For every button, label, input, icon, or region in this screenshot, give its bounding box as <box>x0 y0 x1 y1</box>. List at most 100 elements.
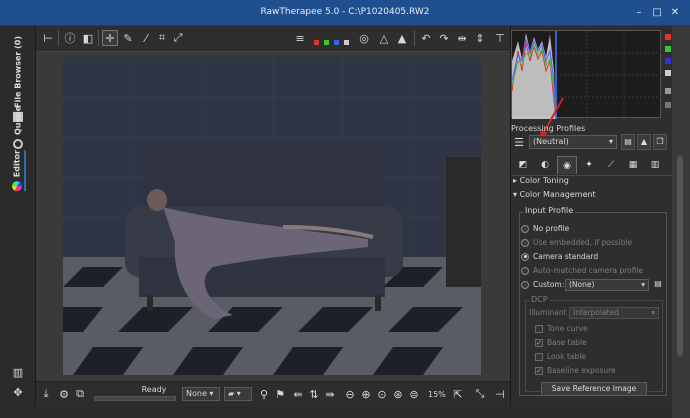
illuminant-combo[interactable]: Interpolated ▾ <box>569 307 659 319</box>
radio-no-profile[interactable]: No profile <box>521 224 569 233</box>
pin-icon[interactable]: ⚲ <box>256 386 272 402</box>
copy-profile-button[interactable]: ❐ <box>653 134 667 150</box>
radio-auto-matched-dot <box>521 266 529 275</box>
zoom-fit-crop-icon[interactable]: ⊜ <box>406 386 422 402</box>
scrollbar-thumb[interactable] <box>677 156 683 356</box>
radio-custom-dot <box>521 280 529 289</box>
focus-mask-icon[interactable]: ◎ <box>356 30 372 46</box>
check-base-table[interactable]: ✓ Base table <box>535 338 587 347</box>
radio-custom[interactable]: Custom: <box>521 280 564 289</box>
straighten-icon[interactable]: ⤢ <box>170 30 186 46</box>
save-reference-image-button[interactable]: Save Reference Image <box>541 382 647 396</box>
background-color-combo[interactable]: ▰ ▾ <box>224 387 252 401</box>
load-profile-button[interactable]: ▤ <box>621 134 635 150</box>
radio-use-embedded[interactable]: Use embedded, if possible <box>521 238 632 247</box>
open-file-icon[interactable]: ▤ <box>651 276 665 290</box>
right-scrollbar[interactable] <box>672 26 690 418</box>
flip-horizontal-icon[interactable]: ⇹ <box>454 30 470 46</box>
tab-metadata-icon[interactable]: ▥ <box>645 156 665 174</box>
crop-icon[interactable]: ⌗ <box>154 30 170 46</box>
maximize-button[interactable]: □ <box>650 6 664 20</box>
histo-green-button[interactable] <box>665 46 671 52</box>
check-look-table-label: Look table <box>547 352 586 361</box>
zoom-100-icon[interactable]: ⊙ <box>374 386 390 402</box>
info-icon[interactable]: ⓘ <box>62 30 78 46</box>
rotate-right-icon[interactable]: ↷ <box>436 30 452 46</box>
sync-icon[interactable]: ⇅ <box>306 386 322 402</box>
check-baseline-exposure-label: Baseline exposure <box>547 366 616 375</box>
send-to-editor-icon[interactable]: ⧉ <box>72 386 88 402</box>
zoom-fit-icon[interactable]: ⊛ <box>390 386 406 402</box>
tab-transform-icon[interactable]: ⟋ <box>601 156 621 174</box>
hide-top-panel-icon[interactable]: ⊤ <box>492 30 508 46</box>
color-toning-header[interactable]: ▸ Color Toning <box>513 176 569 185</box>
color-picker-icon[interactable]: ✎ <box>120 30 136 46</box>
queue-image-icon[interactable]: ⚙ <box>56 386 72 402</box>
next-image-icon[interactable]: ⇛ <box>322 386 338 402</box>
luminance-icon[interactable] <box>344 40 349 45</box>
illuminant-value: Interpolated <box>573 308 619 317</box>
tab-queue[interactable]: Queue <box>10 106 26 150</box>
radio-auto-matched[interactable]: Auto-matched camera profile <box>521 266 643 275</box>
navigator-icon[interactable]: ✥ <box>10 384 26 400</box>
radio-use-embedded-dot <box>521 238 529 247</box>
image-preview[interactable] <box>36 50 510 381</box>
zoom-in-icon[interactable]: ⊕ <box>358 386 374 402</box>
minimize-button[interactable]: – <box>632 6 646 20</box>
check-tone-curve[interactable]: Tone curve <box>535 324 588 333</box>
check-look-table[interactable]: Look table <box>535 352 586 361</box>
histo-bar-button[interactable] <box>665 102 671 108</box>
histogram[interactable] <box>511 30 673 120</box>
hide-right-panel-icon[interactable]: ⊣ <box>492 386 508 402</box>
tab-file-browser-label: File Browser (0) <box>13 36 23 108</box>
profile-list-icon[interactable]: ☰ <box>511 134 527 150</box>
processing-profile-combo[interactable]: (Neutral) ▾ <box>529 135 617 149</box>
before-after-icon[interactable]: ◧ <box>80 30 96 46</box>
tab-advanced-icon[interactable]: ✦ <box>579 156 599 174</box>
white-balance-icon[interactable]: ⁄ <box>138 30 154 46</box>
rotate-left-icon[interactable]: ↶ <box>418 30 434 46</box>
color-management-header[interactable]: ▾ Color Management <box>513 190 596 199</box>
zoom-level: 15% <box>428 390 446 399</box>
window-bottom-edge <box>0 407 672 418</box>
zoom-out-icon[interactable]: ⊖ <box>342 386 358 402</box>
tab-detail-icon[interactable]: ◐ <box>535 156 555 174</box>
histo-red-button[interactable] <box>665 34 671 40</box>
histo-blue-button[interactable] <box>665 58 671 64</box>
green-channel-icon[interactable] <box>324 40 329 45</box>
flip-vertical-icon[interactable]: ⇕ <box>472 30 488 46</box>
photo <box>63 57 481 375</box>
tab-color-icon[interactable]: ◉ <box>557 156 577 174</box>
filmstrip-icon[interactable]: ▥ <box>10 364 26 380</box>
custom-profile-combo[interactable]: (None) ▾ <box>565 279 649 291</box>
close-button[interactable]: ✕ <box>668 6 682 20</box>
histo-luma-button[interactable] <box>665 70 671 76</box>
preview-bw-icon[interactable]: ≡ <box>292 30 308 46</box>
status-label: Ready <box>141 385 167 394</box>
new-detail-window-icon[interactable]: ⇱ <box>450 386 466 402</box>
radio-no-profile-dot <box>521 224 529 233</box>
hand-tool-icon[interactable]: ✛ <box>102 30 118 46</box>
check-tone-curve-box <box>535 324 543 333</box>
tool-panel: ▸ Color Toning ▾ Color Management Input … <box>511 176 673 410</box>
prev-image-icon[interactable]: ⇚ <box>290 386 306 402</box>
save-profile-button[interactable]: ▲ <box>637 134 651 150</box>
radio-camera-standard[interactable]: Camera standard <box>521 252 598 261</box>
bottom-toolbar: ⤓ ⚙ ⧉ Ready None ▾ ▰ ▾ ⚲ ⚑ ⇚ ⇅ ⇛ ⊖ ⊕ ⊙ ⊛… <box>36 381 510 407</box>
red-channel-icon[interactable] <box>314 40 319 45</box>
save-image-icon[interactable]: ⤓ <box>38 386 54 402</box>
shadow-clip-icon[interactable]: △ <box>376 30 392 46</box>
hide-left-panel-icon[interactable]: ⊢ <box>40 30 56 46</box>
gears-icon <box>13 139 23 150</box>
tab-exposure-icon[interactable]: ◩ <box>513 156 533 174</box>
fullscreen-icon[interactable]: ⤡ <box>472 386 488 402</box>
right-panel: Processing Profiles ☰ (Neutral) ▾ ▤ ▲ ❐ … <box>510 26 673 410</box>
histo-raw-button[interactable] <box>665 88 671 94</box>
check-baseline-exposure[interactable]: ✓ Baseline exposure <box>535 366 616 375</box>
snapshot-combo[interactable]: None ▾ <box>182 387 220 401</box>
highlight-clip-icon[interactable]: ▲ <box>394 30 410 46</box>
tab-raw-icon[interactable]: ▦ <box>623 156 643 174</box>
zoom-split-icon[interactable]: ⚑ <box>272 386 288 402</box>
blue-channel-icon[interactable] <box>334 40 339 45</box>
tab-editor[interactable]: Editor <box>10 150 26 192</box>
